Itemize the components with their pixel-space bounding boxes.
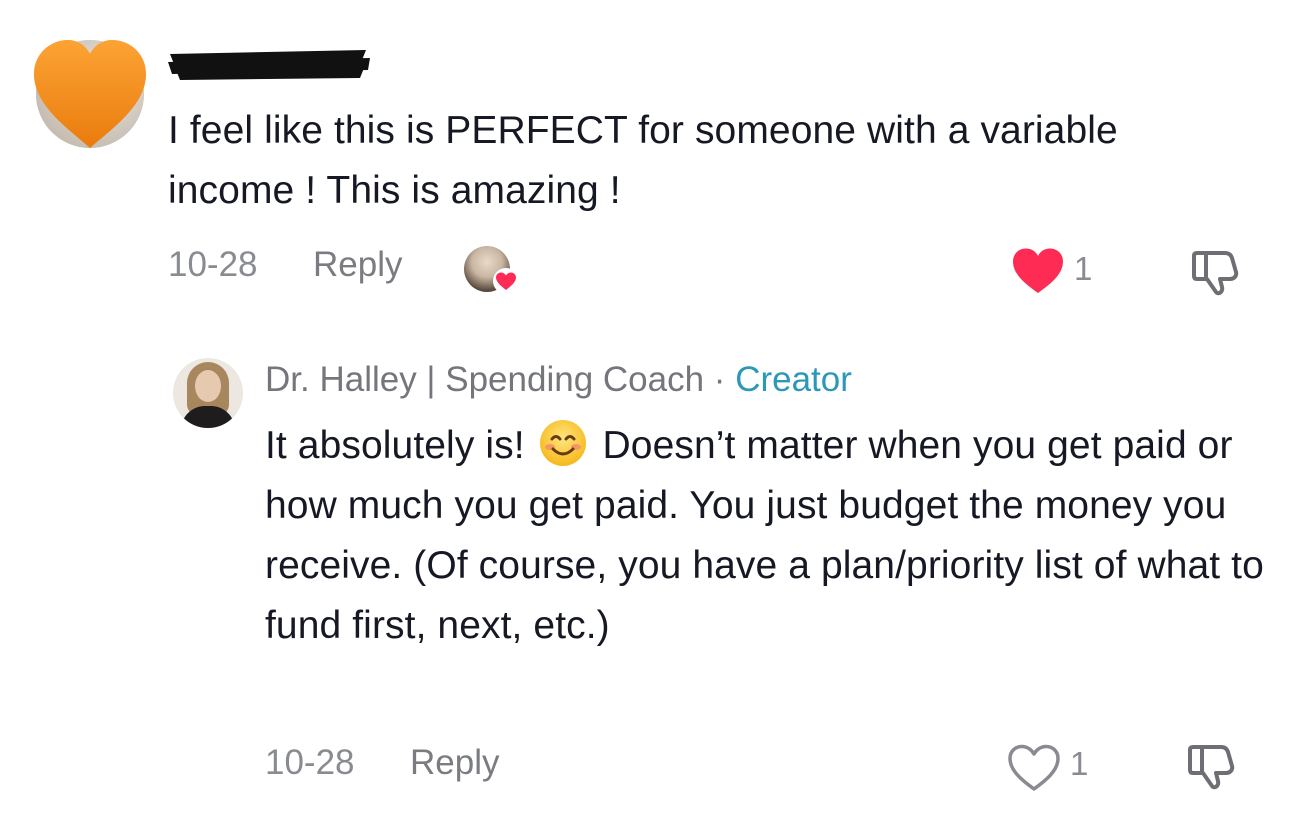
reply-button[interactable]: Reply <box>313 245 402 285</box>
reply-author-name[interactable]: Dr. Halley | Spending Coach <box>265 360 704 399</box>
reply-text-start: It absolutely is! <box>265 424 525 467</box>
orange-heart-icon <box>34 40 146 148</box>
comment-text: I feel like this is PERFECT for someone … <box>168 109 1118 212</box>
like-heart-outline-icon[interactable] <box>1006 743 1062 793</box>
creator-badge: Creator <box>735 360 852 399</box>
thumbs-down-icon[interactable] <box>1189 247 1241 297</box>
reply-date: 10-28 <box>265 743 355 782</box>
reply-like-count: 1 <box>1070 745 1089 782</box>
username-redacted <box>168 50 370 80</box>
smiling-face-icon <box>539 420 586 466</box>
comment-date: 10-28 <box>168 245 258 284</box>
reply-author-line: Dr. Halley | Spending Coach · Creator <box>265 360 852 400</box>
thumbs-down-icon-2[interactable] <box>1185 741 1237 791</box>
commenter-avatar[interactable] <box>34 40 146 148</box>
like-count: 1 <box>1074 250 1093 287</box>
creator-avatar[interactable] <box>173 358 243 428</box>
avatar-face <box>195 370 221 402</box>
like-heart-filled-icon[interactable] <box>1011 247 1065 295</box>
reply-text: It absolutely is! Doesn’t matter when yo… <box>265 416 1275 656</box>
reply-button-2[interactable]: Reply <box>410 743 499 783</box>
author-separator: · <box>713 360 726 399</box>
heart-badge-icon <box>493 268 519 294</box>
liked-by-creator-badge <box>464 246 520 296</box>
